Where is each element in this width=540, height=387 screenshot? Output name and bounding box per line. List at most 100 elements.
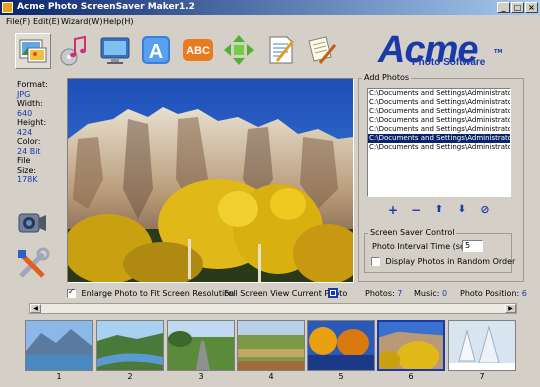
add-photo-button[interactable]: + <box>386 203 400 217</box>
photo-info-panel: Format: JPG Width: 640 Height: 424 Color… <box>17 80 48 185</box>
random-order-checkbox[interactable] <box>371 257 380 266</box>
format-value: JPG <box>17 89 31 99</box>
app-window: Acme Photo ScreenSaver Maker1.2 _ □ × Fi… <box>0 0 540 387</box>
thumbnail[interactable] <box>167 320 235 371</box>
toolbar-document-button[interactable] <box>263 33 299 69</box>
photo-preview <box>67 78 354 283</box>
photos-label: Photos: <box>365 289 395 298</box>
thumbnail-scrollbar[interactable]: ◀ ▶ <box>29 303 517 314</box>
logo-trademark: TM <box>494 49 503 55</box>
canyon-aspens-thumb <box>379 322 443 369</box>
enlarge-label: Enlarge Photo to Fit Screen Resolution <box>81 289 235 298</box>
mountain-lake-thumb <box>26 321 92 370</box>
thumbnail-number: 4 <box>268 372 274 381</box>
toolbar-music-button[interactable] <box>57 33 93 69</box>
svg-text:ABC: ABC <box>186 45 210 57</box>
maximize-button[interactable]: □ <box>511 2 524 13</box>
list-item[interactable]: C:\Documents and Settings\Administrator\… <box>368 116 510 125</box>
height-value: 424 <box>17 127 33 137</box>
random-order-label: Display Photos in Random Order <box>385 257 516 266</box>
thumbnail[interactable] <box>25 320 93 371</box>
scroll-right-button[interactable]: ▶ <box>505 304 516 313</box>
minimize-button[interactable]: _ <box>497 2 510 13</box>
remove-photo-button[interactable]: − <box>409 203 423 217</box>
river-meadow-thumb <box>97 321 163 370</box>
thumbnail-selected[interactable] <box>377 320 445 371</box>
clear-list-button[interactable]: ⊘ <box>478 203 492 217</box>
toolbar-edit-document-button[interactable] <box>304 33 340 69</box>
svg-text:A: A <box>149 41 163 63</box>
window-title: Acme Photo ScreenSaver Maker1.2 <box>17 2 195 12</box>
thumbnail-number: 2 <box>127 372 133 381</box>
toolbar-caption-button[interactable]: ABC <box>181 33 217 69</box>
random-order-option[interactable]: Display Photos in Random Order <box>371 257 515 267</box>
thumbnail-number: 5 <box>338 372 344 381</box>
format-label: Format: <box>17 80 48 89</box>
interval-label: Photo Interval Time (sec) <box>372 242 473 251</box>
width-value: 640 <box>17 108 33 118</box>
farm-fields-thumb <box>238 321 304 370</box>
enlarge-option[interactable]: Enlarge Photo to Fit Screen Resolution <box>67 287 235 299</box>
transition-arrows-icon <box>224 35 254 65</box>
music-count: Music: 0 <box>414 289 447 299</box>
filesize-value: 178K <box>17 175 38 184</box>
abc-icon: ABC <box>183 39 213 61</box>
tools-button[interactable] <box>15 246 51 282</box>
list-item[interactable]: C:\Documents and Settings\Administrator\… <box>368 98 510 107</box>
logo-subtitle: Photo Software <box>412 57 486 68</box>
toolbar-text-button[interactable]: A <box>139 33 175 69</box>
camera-button[interactable] <box>15 206 49 240</box>
monitor-icon <box>100 37 130 64</box>
fullscreen-view-button[interactable] <box>328 288 338 298</box>
toolbar-screen-button[interactable] <box>98 33 134 69</box>
toolbar-photos-button[interactable] <box>15 33 51 69</box>
move-up-button[interactable]: ⬆ <box>432 203 446 217</box>
text-icon: A <box>142 36 170 64</box>
list-item[interactable]: C:\Documents and Settings\Administrator\… <box>368 107 510 116</box>
title-bar: Acme Photo ScreenSaver Maker1.2 _ □ × <box>0 0 540 15</box>
photo-file-list[interactable]: C:\Documents and Settings\Administrator\… <box>367 88 511 197</box>
toolbar-transition-button[interactable] <box>222 33 258 69</box>
list-item[interactable]: C:\Documents and Settings\Administrator\… <box>368 125 510 134</box>
snowy-trees-thumb <box>449 321 515 370</box>
tools-icon <box>18 247 50 278</box>
menu-file[interactable]: File(F) <box>6 15 30 29</box>
music-value: 0 <box>442 289 448 298</box>
photos-count: Photos: 7 <box>365 289 402 299</box>
move-down-button[interactable]: ⬇ <box>455 203 469 217</box>
filesize-label: File Size: <box>17 156 37 175</box>
list-item[interactable]: C:\Documents and Settings\Administrator\… <box>368 143 510 152</box>
app-icon <box>2 2 13 13</box>
thumbnail[interactable] <box>237 320 305 371</box>
thumbnail[interactable] <box>307 320 375 371</box>
edit-document-icon <box>308 36 337 64</box>
music-icon <box>60 35 86 66</box>
thumbnail-number: 3 <box>198 372 204 381</box>
color-label: Color: <box>17 137 41 146</box>
thumbnail-number: 6 <box>408 372 414 381</box>
list-item[interactable]: C:\Documents and Settings\Administrator\… <box>368 89 510 98</box>
scroll-left-button[interactable]: ◀ <box>30 304 41 313</box>
photo-position: Photo Position: 6 <box>460 289 527 299</box>
country-road-thumb <box>168 321 234 370</box>
thumbnail[interactable] <box>448 320 516 371</box>
position-value: 6 <box>521 289 527 298</box>
document-icon <box>269 36 295 64</box>
camera-icon <box>18 213 46 233</box>
photos-value: 7 <box>397 289 403 298</box>
photos-icon <box>19 39 47 63</box>
menu-help[interactable]: Help(H) <box>103 15 134 29</box>
screen-saver-control-title: Screen Saver Control <box>368 228 457 237</box>
enlarge-checkbox[interactable] <box>67 287 76 298</box>
thumbnail[interactable] <box>96 320 164 371</box>
interval-input[interactable]: 5 <box>462 240 483 252</box>
width-label: Width: <box>17 99 43 108</box>
menu-wizard[interactable]: Wizard(W) <box>61 15 102 29</box>
height-label: Height: <box>17 118 47 127</box>
thumbnail-strip: 1 2 3 4 5 6 7 <box>0 316 540 387</box>
list-item-selected[interactable]: C:\Documents and Settings\Administrator\… <box>368 134 510 143</box>
close-button[interactable]: × <box>525 2 538 13</box>
autumn-lake-thumb <box>308 321 374 370</box>
menu-edit[interactable]: Edit(E) <box>33 15 60 29</box>
music-label: Music: <box>414 289 440 298</box>
